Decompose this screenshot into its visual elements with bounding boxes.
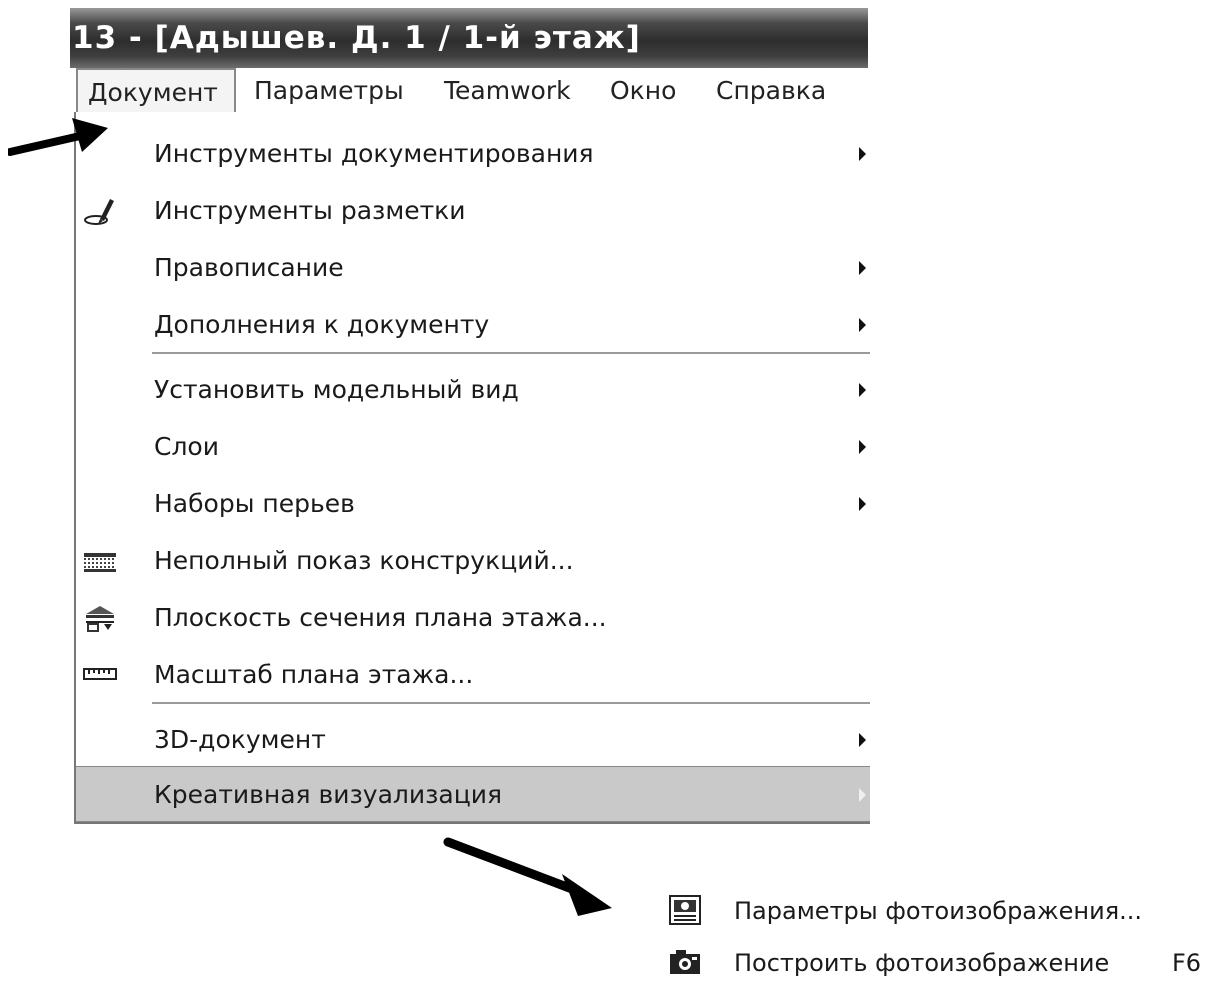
- menu-item-partial-structure-display[interactable]: Неполный показ конструкций...: [76, 533, 870, 589]
- menu-separator: [152, 702, 870, 704]
- menu-item-creative-visualization[interactable]: Креативная визуализация: [76, 766, 870, 822]
- window-title-bar: 13 - [Адышев. Д. 1 / 1-й этаж]: [70, 8, 868, 68]
- menu-item-floor-plan-cut-plane[interactable]: Плоскость сечения плана этажа...: [76, 590, 870, 646]
- cut-plane-icon: [86, 606, 114, 632]
- camera-icon: [670, 950, 700, 974]
- partial-structure-icon: [84, 553, 116, 572]
- menu-item-label: Инструменты разметки: [154, 196, 466, 225]
- submenu-arrow-icon: [859, 733, 866, 747]
- menu-separator: [152, 352, 870, 354]
- submenu-arrow-icon: [859, 440, 866, 454]
- window-title: 13 - [Адышев. Д. 1 / 1-й этаж]: [72, 20, 641, 56]
- submenu-item-label: Параметры фотоизображения...: [734, 897, 1143, 925]
- photo-settings-icon: [669, 895, 701, 925]
- menu-item-label: Масштаб плана этажа...: [154, 660, 474, 689]
- submenu-arrow-icon: [859, 383, 866, 397]
- document-menu-dropdown: Инструменты документирования Инструменты…: [74, 112, 870, 824]
- submenu-item-render-photo[interactable]: Построить фотоизображение F6: [660, 938, 1216, 988]
- menu-item-label: Установить модельный вид: [154, 375, 519, 404]
- menu-item-documentation-tools[interactable]: Инструменты документирования: [76, 126, 870, 182]
- menu-teamwork[interactable]: Teamwork: [434, 68, 581, 114]
- submenu-arrow-icon: [859, 497, 866, 511]
- scale-ruler-icon: [83, 668, 117, 680]
- menu-item-markup-tools[interactable]: Инструменты разметки: [76, 183, 870, 239]
- menu-bar: Документ Параметры Teamwork Окно Справка: [70, 68, 868, 114]
- markup-pen-icon: [84, 199, 114, 225]
- submenu-item-photo-settings[interactable]: Параметры фотоизображения...: [660, 886, 1216, 936]
- menu-item-label: Инструменты документирования: [154, 139, 594, 168]
- creative-visualization-submenu: Параметры фотоизображения... Построить ф…: [660, 880, 1216, 989]
- menu-item-label: Дополнения к документу: [154, 310, 490, 339]
- menu-item-spelling[interactable]: Правописание: [76, 240, 870, 296]
- menu-item-label: 3D-документ: [154, 725, 326, 754]
- menu-parameters[interactable]: Параметры: [244, 68, 414, 114]
- menu-item-pen-sets[interactable]: Наборы перьев: [76, 476, 870, 532]
- menu-item-label: Креативная визуализация: [154, 780, 503, 809]
- submenu-arrow-icon: [859, 147, 866, 161]
- menu-help[interactable]: Справка: [706, 68, 836, 114]
- annotation-arrow-icon: [443, 837, 612, 916]
- menu-item-label: Слои: [154, 432, 219, 461]
- menu-window[interactable]: Окно: [600, 68, 686, 114]
- menu-item-label: Неполный показ конструкций...: [154, 546, 574, 575]
- submenu-item-label: Построить фотоизображение: [734, 949, 1110, 977]
- submenu-arrow-icon: [859, 261, 866, 275]
- shortcut-label: F6: [1172, 949, 1202, 977]
- menu-item-set-model-view[interactable]: Установить модельный вид: [76, 362, 870, 418]
- menu-item-layers[interactable]: Слои: [76, 419, 870, 475]
- menu-item-label: Наборы перьев: [154, 489, 355, 518]
- menu-document[interactable]: Документ: [76, 68, 236, 114]
- annotation-arrow-icon: [8, 118, 108, 156]
- menu-item-label: Плоскость сечения плана этажа...: [154, 603, 607, 632]
- menu-item-document-extras[interactable]: Дополнения к документу: [76, 297, 870, 353]
- submenu-arrow-icon: [859, 788, 866, 802]
- menu-item-label: Правописание: [154, 253, 344, 282]
- submenu-arrow-icon: [859, 318, 866, 332]
- menu-item-floor-plan-scale[interactable]: Масштаб плана этажа...: [76, 647, 870, 703]
- menu-item-3d-document[interactable]: 3D-документ: [76, 712, 870, 768]
